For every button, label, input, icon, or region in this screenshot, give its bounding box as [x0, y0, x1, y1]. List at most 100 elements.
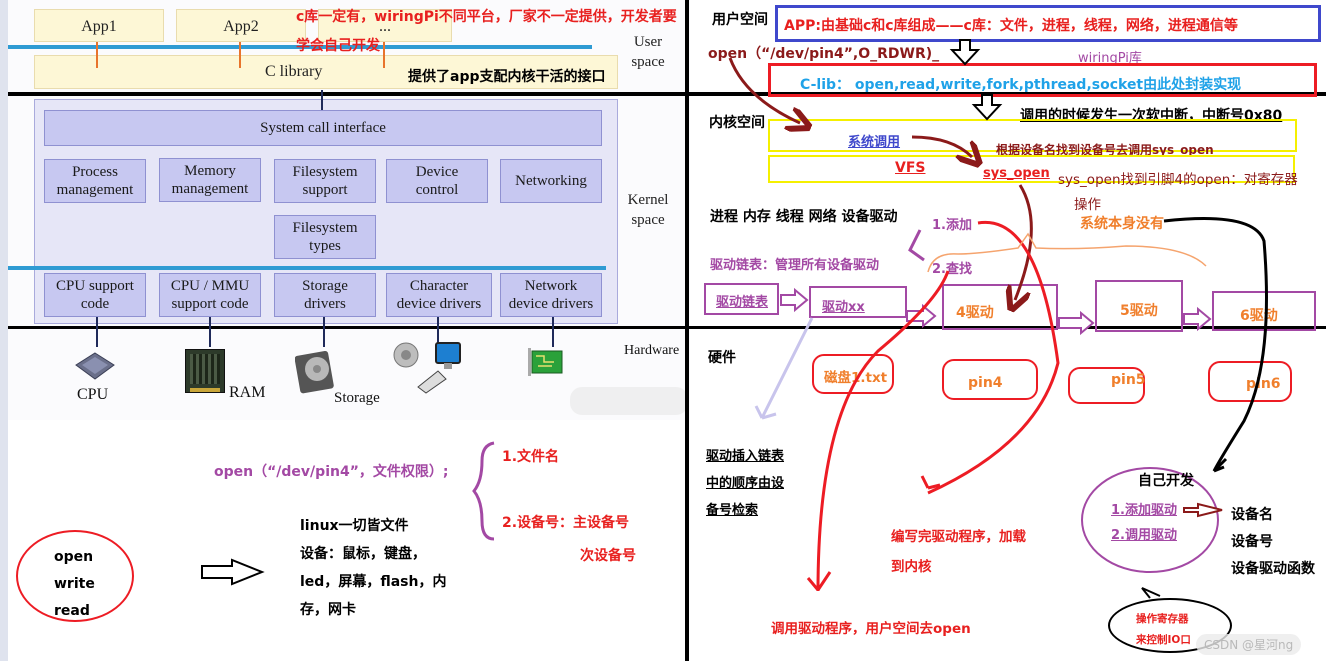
- subsystem-label: Process: [72, 164, 118, 180]
- filesystem-support-box: Filesystem support: [274, 159, 376, 203]
- cpu-mmu-support-box: CPU / MMU support code: [159, 273, 261, 317]
- network-device-drivers-box: Network device drivers: [500, 273, 602, 317]
- everything-file-line: 存，网卡: [300, 602, 356, 618]
- write-driver-line: 编写完驱动程序，加载: [891, 529, 1026, 545]
- mmu-driver-arrow: [209, 317, 211, 347]
- driver-label: Storage: [302, 278, 348, 294]
- bubble-line: 来控制IO口: [1136, 634, 1191, 646]
- driver-4-label: 4驱动: [956, 305, 994, 321]
- subsystem-label: management: [171, 181, 249, 197]
- user-space-label-line1: User: [633, 34, 663, 50]
- pin4-label: pin4: [968, 375, 1003, 391]
- storage-label: Storage: [334, 390, 380, 406]
- hollow-down-arrow-2: [971, 94, 1003, 121]
- cpu-label: CPU: [77, 386, 109, 403]
- memory-management-box: Memory management: [159, 158, 261, 202]
- insert-order-note: 驱动插入链表 中的顺序由设 备号检索: [706, 443, 784, 524]
- brace-item-minor: 次设备号: [580, 548, 636, 564]
- user-space-title: 用户空间: [712, 12, 768, 28]
- right-open-call: open（“/dev/pin4”,O_RDWR)_: [708, 46, 940, 62]
- disk-file-label: 磁盘1.txt: [824, 370, 888, 386]
- write-driver-line: 到内核: [891, 559, 932, 575]
- driver-label: device drivers: [396, 296, 482, 312]
- everything-file-line: 设备：鼠标，键盘，: [300, 546, 426, 562]
- system-call-interface-label: System call interface: [260, 120, 386, 136]
- app2-label: App2: [223, 18, 259, 35]
- driver-label: support code: [171, 296, 249, 312]
- hard-disk-icon: [294, 349, 335, 394]
- brace-item-major: 2.设备号：主设备号: [502, 515, 630, 531]
- file-ops-arrow: [201, 558, 265, 586]
- steps-brace: [908, 229, 925, 262]
- driver-5-label: 5驱动: [1120, 303, 1158, 319]
- subsystem-label: management: [56, 182, 134, 198]
- user-space-label: User space: [618, 32, 678, 72]
- driver-label: Network: [524, 278, 578, 294]
- storage-drivers-box: Storage drivers: [274, 273, 376, 317]
- app-desc-text: APP:由基础c和c库组成——c库：文件，进程，线程，网络，进程通信等: [784, 18, 1238, 34]
- clib-desc-text: C-lib： open,read,write,fork,pthread,sock…: [800, 77, 1242, 93]
- ram-module-icon: [185, 349, 225, 393]
- driver-layer-divider: [8, 266, 606, 270]
- pin5-label: pin5: [1111, 372, 1146, 388]
- networking-box: Networking: [500, 159, 602, 203]
- sys-open-desc-2: 操作: [1074, 197, 1101, 213]
- pin6-label: pin6: [1246, 376, 1281, 392]
- everything-is-file-text: linux一切皆文件 设备：鼠标，键盘， led，屏幕，flash，内 存，网卡: [300, 512, 446, 624]
- app3-clib-arrow: [383, 42, 385, 68]
- call-driver-note: 调用驱动程序，用户空间去open: [771, 621, 971, 637]
- sysopen-to-driver4-arrow: [1015, 184, 1033, 300]
- blur-patch: [570, 387, 688, 415]
- file-op-read: read: [54, 603, 90, 619]
- clib-note-red-2: 学会自己开发: [296, 38, 380, 54]
- file-op-write: write: [54, 576, 95, 592]
- subsystem-label: Device: [415, 164, 459, 180]
- process-management-box: Process management: [44, 159, 146, 203]
- kernel-parts-text: 进程 内存 线程 网络 设备驱动: [710, 209, 898, 225]
- device-prop: 设备名: [1231, 507, 1273, 523]
- not-in-system-note: 系统本身没有: [1080, 216, 1164, 232]
- cpu-chip-icon: [74, 351, 116, 383]
- self-dev-black-stroke: [1163, 217, 1268, 473]
- driver-label: CPU / MMU: [170, 278, 250, 294]
- driver-label: Character: [409, 278, 469, 294]
- step-find-label: 2.查找: [932, 262, 972, 277]
- everything-file-line: linux一切皆文件: [300, 518, 409, 534]
- self-dev-call-driver: 2.调用驱动: [1111, 528, 1177, 543]
- file-op-open: open: [54, 549, 94, 565]
- clib-syscall-arrow: [321, 90, 323, 110]
- device-prop: 设备驱动函数: [1231, 561, 1315, 577]
- syscall-label: 系统调用: [848, 135, 901, 150]
- hardware-label: Hardware: [624, 343, 680, 358]
- self-dev-add-driver: 1.添加驱动: [1111, 503, 1177, 518]
- lavender-arrow: [754, 317, 814, 420]
- sys-open-desc-1: sys_open找到引脚4的open：对寄存器: [1058, 172, 1298, 188]
- device-control-box: Device control: [386, 159, 488, 203]
- clib-note-red-1: c库一定有，wiringPi不同平台，厂家不一定提供，开发者要: [296, 9, 677, 25]
- c-library-label: C library: [265, 63, 323, 80]
- main-vertical-divider: [685, 0, 689, 661]
- sys-open-label: sys_open: [983, 166, 1050, 181]
- driver-label: drivers: [304, 296, 346, 312]
- driver-list-desc: 驱动链表：管理所有设备驱动: [710, 258, 880, 273]
- insert-order-line: 驱动插入链表: [706, 449, 785, 464]
- everything-file-line: led，屏幕，flash，内: [300, 574, 447, 590]
- hardware-title: 硬件: [708, 350, 736, 366]
- subsystem-label: Networking: [515, 173, 587, 189]
- app1-clib-arrow: [96, 42, 98, 68]
- driver-label: device drivers: [508, 296, 594, 312]
- driver-label: code: [80, 296, 110, 312]
- device-props-list: 设备名 设备号 设备驱动函数: [1231, 502, 1315, 583]
- network-card-icon: [528, 348, 564, 376]
- app2-box: App2: [176, 9, 306, 42]
- step-add-label: 1.添加: [932, 218, 972, 233]
- add-driver-arrowhead: [920, 475, 941, 490]
- clib-note-black: 提供了app支配内核干活的接口: [408, 69, 606, 85]
- subsystem-label: control: [415, 182, 459, 198]
- self-dev-title: 自己开发: [1138, 473, 1194, 489]
- hollow-down-arrow-1: [949, 39, 981, 66]
- ram-label: RAM: [229, 384, 266, 401]
- driver-label: CPU support: [56, 278, 134, 294]
- vfs-label: VFS: [895, 160, 926, 176]
- kernel-space-label-line2: space: [631, 212, 665, 228]
